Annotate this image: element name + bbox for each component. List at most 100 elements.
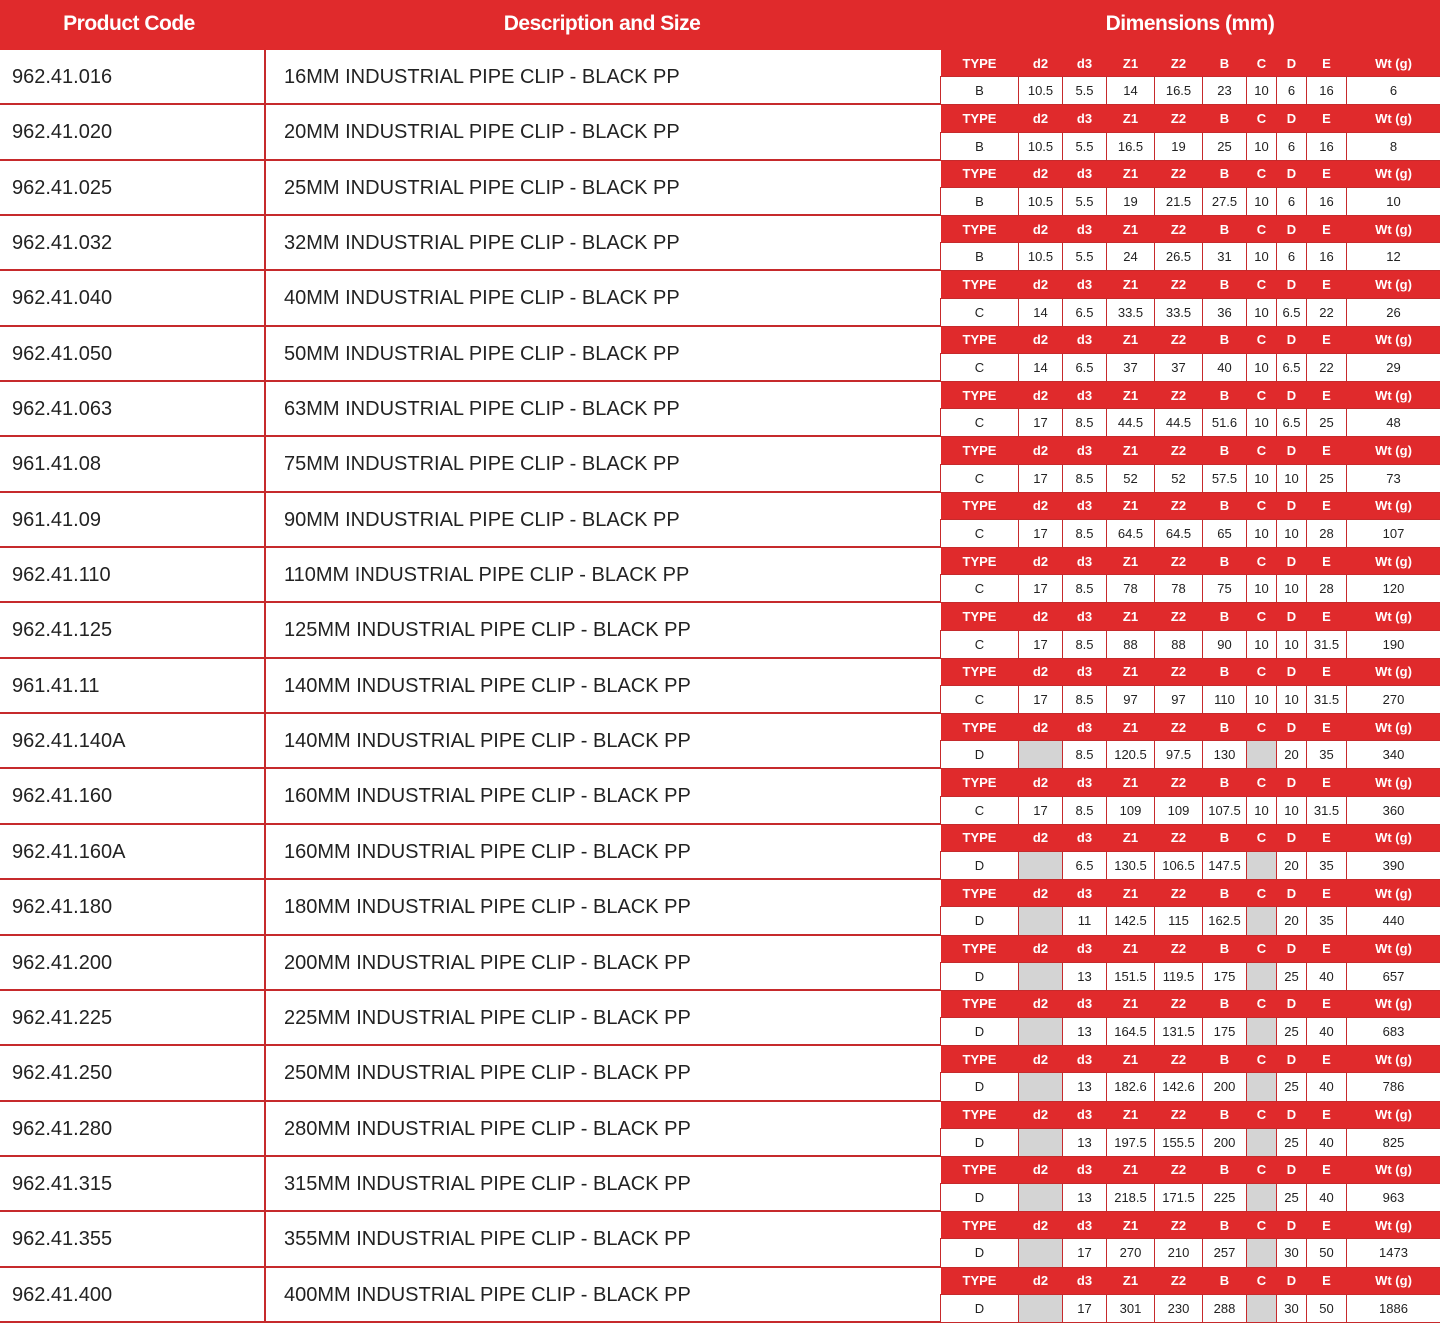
dimension-header-cell: TYPE [940, 105, 1019, 133]
dimension-value-cell: 25 [1276, 1128, 1307, 1157]
dimension-value-cell: 16 [1306, 242, 1347, 272]
dimension-header-cell: Wt (g) [1346, 437, 1440, 465]
dimension-value-cell: 13 [1062, 1128, 1107, 1157]
dimension-value-cell: 130 [1202, 740, 1247, 770]
dimension-value-cell: 17 [1018, 464, 1063, 493]
dimensions-value-row: C 14 6.5 37 37 40 10 6.5 22 29 [940, 353, 1440, 383]
dimension-header-cell: d3 [1062, 437, 1107, 465]
dimensions-subtable: TYPE d2 d3 Z1 Z2 B C D E Wt (g) C 17 8.5 44.5 44.5 51.6… [940, 382, 1440, 438]
dimension-header-cell: Wt (g) [1346, 1267, 1440, 1295]
dimension-header-cell: C [1246, 603, 1277, 631]
dimension-value-cell: 6 [1276, 187, 1307, 217]
dimension-header-cell: d2 [1018, 548, 1063, 576]
dimension-header-cell: Wt (g) [1346, 1156, 1440, 1185]
dimension-header-cell: D [1276, 880, 1307, 908]
dimension-value-cell: 36 [1202, 298, 1247, 327]
dimension-header-cell: Wt (g) [1346, 880, 1440, 908]
dimension-value-cell: 17 [1018, 574, 1063, 604]
dimension-value-cell: 10.5 [1018, 132, 1063, 161]
dimension-header-cell: B [1202, 769, 1247, 797]
dimension-header-cell: Wt (g) [1346, 50, 1440, 78]
dimension-header-cell: d3 [1062, 160, 1107, 188]
dimension-value-cell: 257 [1202, 1238, 1247, 1268]
description-cell: 180MM INDUSTRIAL PIPE CLIP - BLACK PP [264, 880, 940, 936]
dimension-header-cell: Wt (g) [1346, 492, 1440, 520]
dimensions-value-row: D 17 270 210 257 30 50 1473 [940, 1238, 1440, 1268]
dimension-header-cell: d2 [1018, 990, 1063, 1018]
dimension-value-cell: 10 [1246, 630, 1277, 659]
dimensions-header-row: TYPE d2 d3 Z1 Z2 B C D E Wt (g) [940, 437, 1440, 465]
table-row: 962.41.025 25MM INDUSTRIAL PIPE CLIP - BL… [0, 160, 1440, 217]
dimensions-subtable: TYPE d2 d3 Z1 Z2 B C D E Wt (g) D 8.5 120.5 97.5 130 20… [940, 714, 1440, 770]
product-code-cell: 962.41.355 [0, 1212, 264, 1268]
dimension-value-cell [1018, 1017, 1063, 1047]
product-code-cell: 962.41.016 [0, 50, 264, 106]
dimension-header-cell: Z2 [1154, 824, 1203, 852]
table-row: 962.41.250 250MM INDUSTRIAL PIPE CLIP - B… [0, 1046, 1440, 1102]
dimension-value-cell [1246, 1294, 1277, 1323]
dimension-value-cell: 19 [1106, 187, 1155, 217]
dimension-value-cell: 51.6 [1202, 408, 1247, 438]
dimension-value-cell: 17 [1062, 1238, 1107, 1268]
dimension-value-cell: 115 [1154, 906, 1203, 936]
dimension-header-cell: Wt (g) [1346, 382, 1440, 410]
dimension-value-cell: 27.5 [1202, 187, 1247, 217]
dimension-value-cell: 17 [1018, 685, 1063, 715]
dimension-value-cell: D [940, 906, 1019, 936]
dimension-header-cell: d3 [1062, 824, 1107, 852]
table-row: 962.41.110 110MM INDUSTRIAL PIPE CLIP - B… [0, 548, 1440, 604]
table-row: 962.41.016 16MM INDUSTRIAL PIPE CLIP - BL… [0, 50, 1440, 106]
dimension-header-cell: d2 [1018, 824, 1063, 852]
description-cell: 32MM INDUSTRIAL PIPE CLIP - BLACK PP [264, 216, 940, 272]
dimension-value-cell: 10.5 [1018, 187, 1063, 217]
dimension-header-cell: d2 [1018, 935, 1063, 963]
dimension-value-cell: 10 [1276, 519, 1307, 549]
dimension-header-cell: Z1 [1106, 216, 1155, 244]
dimension-header-cell: Z2 [1154, 990, 1203, 1018]
dimension-value-cell: 8.5 [1062, 408, 1107, 438]
dimension-header-cell: Z2 [1154, 271, 1203, 299]
dimension-header-cell: TYPE [940, 216, 1019, 244]
dimension-header-cell: d3 [1062, 492, 1107, 520]
dimension-value-cell: 40 [1306, 1072, 1347, 1102]
dimension-header-cell: d3 [1062, 548, 1107, 576]
dimension-value-cell: 97 [1106, 685, 1155, 715]
dimensions-value-row: C 17 8.5 64.5 64.5 65 10 10 28 107 [940, 519, 1440, 549]
table-row: 962.41.020 20MM INDUSTRIAL PIPE CLIP - BL… [0, 105, 1440, 161]
product-code-cell: 961.41.09 [0, 493, 264, 549]
dimension-header-cell: d3 [1062, 1101, 1107, 1129]
dimension-header-cell: C [1246, 548, 1277, 576]
dimensions-header-row: TYPE d2 d3 Z1 Z2 B C D E Wt (g) [940, 216, 1440, 244]
dimension-header-cell: Wt (g) [1346, 824, 1440, 852]
dimension-value-cell: 6.5 [1062, 851, 1107, 881]
dimensions-value-row: D 11 142.5 115 162.5 20 35 440 [940, 906, 1440, 936]
dimension-value-cell [1246, 851, 1277, 881]
dimension-value-cell: 44.5 [1154, 408, 1203, 438]
dimension-header-cell: d2 [1018, 216, 1063, 244]
dimension-header-cell: Z1 [1106, 1101, 1155, 1129]
dimension-value-cell [1018, 1238, 1063, 1268]
dimension-value-cell: 175 [1202, 1017, 1247, 1047]
dimension-header-cell: B [1202, 271, 1247, 299]
dimensions-header-row: TYPE d2 d3 Z1 Z2 B C D E Wt (g) [940, 880, 1440, 908]
dimensions-header-row: TYPE d2 d3 Z1 Z2 B C D E Wt (g) [940, 990, 1440, 1018]
dimension-header-cell: TYPE [940, 50, 1019, 78]
product-code-cell: 962.41.160 [0, 769, 264, 825]
dimension-header-cell: C [1246, 160, 1277, 188]
product-code-cell: 962.41.025 [0, 161, 264, 217]
dimension-header-cell: Z2 [1154, 326, 1203, 354]
dimensions-header-row: TYPE d2 d3 Z1 Z2 B C D E Wt (g) [940, 1046, 1440, 1074]
description-cell: 90MM INDUSTRIAL PIPE CLIP - BLACK PP [264, 492, 940, 549]
dimensions-value-row: D 17 301 230 288 30 50 1886 [940, 1294, 1440, 1323]
dimensions-header-row: TYPE d2 d3 Z1 Z2 B C D E Wt (g) [940, 603, 1440, 631]
dimension-value-cell: 6 [1276, 242, 1307, 272]
dimension-header-cell: d3 [1062, 216, 1107, 244]
dimension-value-cell: 22 [1306, 298, 1347, 327]
dimension-header-cell: Z2 [1154, 714, 1203, 742]
dimensions-header-row: TYPE d2 d3 Z1 Z2 B C D E Wt (g) [940, 271, 1440, 299]
product-code-cell: 962.41.160A [0, 825, 264, 881]
dimension-value-cell: 683 [1346, 1017, 1440, 1047]
dimension-value-cell: B [940, 242, 1019, 272]
dimension-header-cell: TYPE [940, 1156, 1019, 1185]
dimensions-subtable: TYPE d2 d3 Z1 Z2 B C D E Wt (g) C 17 8.5 88 88 90 10 10 31… [940, 603, 1440, 659]
